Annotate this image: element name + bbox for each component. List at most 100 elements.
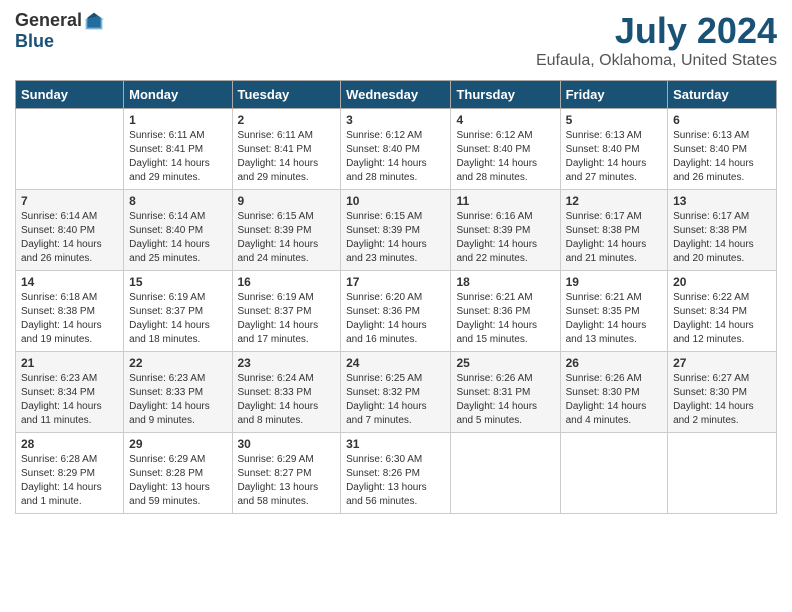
table-row: 25 Sunrise: 6:26 AM Sunset: 8:31 PM Dayl… bbox=[451, 352, 560, 433]
page: General Blue July 2024 Eufaula, Oklahoma… bbox=[0, 0, 792, 612]
day-number: 20 bbox=[673, 275, 771, 289]
table-row bbox=[451, 433, 560, 514]
col-monday: Monday bbox=[124, 81, 232, 109]
day-info: Sunrise: 6:30 AM Sunset: 8:26 PM Dayligh… bbox=[346, 453, 445, 509]
day-info: Sunrise: 6:29 AM Sunset: 8:28 PM Dayligh… bbox=[129, 453, 226, 509]
table-row: 3 Sunrise: 6:12 AM Sunset: 8:40 PM Dayli… bbox=[341, 109, 451, 190]
table-row: 4 Sunrise: 6:12 AM Sunset: 8:40 PM Dayli… bbox=[451, 109, 560, 190]
day-info: Sunrise: 6:16 AM Sunset: 8:39 PM Dayligh… bbox=[456, 210, 554, 266]
day-number: 5 bbox=[566, 113, 662, 127]
table-row bbox=[560, 433, 667, 514]
day-info: Sunrise: 6:23 AM Sunset: 8:33 PM Dayligh… bbox=[129, 372, 226, 428]
table-row: 22 Sunrise: 6:23 AM Sunset: 8:33 PM Dayl… bbox=[124, 352, 232, 433]
day-info: Sunrise: 6:14 AM Sunset: 8:40 PM Dayligh… bbox=[129, 210, 226, 266]
subtitle: Eufaula, Oklahoma, United States bbox=[536, 52, 777, 70]
calendar-week-row: 28 Sunrise: 6:28 AM Sunset: 8:29 PM Dayl… bbox=[16, 433, 777, 514]
day-info: Sunrise: 6:21 AM Sunset: 8:35 PM Dayligh… bbox=[566, 291, 662, 347]
col-wednesday: Wednesday bbox=[341, 81, 451, 109]
day-info: Sunrise: 6:24 AM Sunset: 8:33 PM Dayligh… bbox=[238, 372, 336, 428]
day-number: 24 bbox=[346, 356, 445, 370]
day-number: 14 bbox=[21, 275, 118, 289]
calendar-week-row: 21 Sunrise: 6:23 AM Sunset: 8:34 PM Dayl… bbox=[16, 352, 777, 433]
table-row: 14 Sunrise: 6:18 AM Sunset: 8:38 PM Dayl… bbox=[16, 271, 124, 352]
day-info: Sunrise: 6:17 AM Sunset: 8:38 PM Dayligh… bbox=[673, 210, 771, 266]
table-row: 20 Sunrise: 6:22 AM Sunset: 8:34 PM Dayl… bbox=[668, 271, 777, 352]
day-number: 27 bbox=[673, 356, 771, 370]
day-number: 7 bbox=[21, 194, 118, 208]
table-row bbox=[668, 433, 777, 514]
day-number: 8 bbox=[129, 194, 226, 208]
day-info: Sunrise: 6:22 AM Sunset: 8:34 PM Dayligh… bbox=[673, 291, 771, 347]
table-row: 10 Sunrise: 6:15 AM Sunset: 8:39 PM Dayl… bbox=[341, 190, 451, 271]
day-number: 31 bbox=[346, 437, 445, 451]
day-number: 9 bbox=[238, 194, 336, 208]
day-info: Sunrise: 6:15 AM Sunset: 8:39 PM Dayligh… bbox=[346, 210, 445, 266]
day-info: Sunrise: 6:20 AM Sunset: 8:36 PM Dayligh… bbox=[346, 291, 445, 347]
day-number: 22 bbox=[129, 356, 226, 370]
table-row: 8 Sunrise: 6:14 AM Sunset: 8:40 PM Dayli… bbox=[124, 190, 232, 271]
day-number: 19 bbox=[566, 275, 662, 289]
day-info: Sunrise: 6:11 AM Sunset: 8:41 PM Dayligh… bbox=[129, 129, 226, 185]
table-row: 29 Sunrise: 6:29 AM Sunset: 8:28 PM Dayl… bbox=[124, 433, 232, 514]
day-info: Sunrise: 6:26 AM Sunset: 8:31 PM Dayligh… bbox=[456, 372, 554, 428]
day-number: 13 bbox=[673, 194, 771, 208]
logo-general-text: General bbox=[15, 10, 82, 31]
table-row: 6 Sunrise: 6:13 AM Sunset: 8:40 PM Dayli… bbox=[668, 109, 777, 190]
table-row bbox=[16, 109, 124, 190]
table-row: 18 Sunrise: 6:21 AM Sunset: 8:36 PM Dayl… bbox=[451, 271, 560, 352]
day-info: Sunrise: 6:19 AM Sunset: 8:37 PM Dayligh… bbox=[129, 291, 226, 347]
table-row: 27 Sunrise: 6:27 AM Sunset: 8:30 PM Dayl… bbox=[668, 352, 777, 433]
main-title: July 2024 bbox=[536, 10, 777, 52]
calendar-week-row: 14 Sunrise: 6:18 AM Sunset: 8:38 PM Dayl… bbox=[16, 271, 777, 352]
day-number: 18 bbox=[456, 275, 554, 289]
col-sunday: Sunday bbox=[16, 81, 124, 109]
day-info: Sunrise: 6:26 AM Sunset: 8:30 PM Dayligh… bbox=[566, 372, 662, 428]
day-info: Sunrise: 6:19 AM Sunset: 8:37 PM Dayligh… bbox=[238, 291, 336, 347]
header: General Blue July 2024 Eufaula, Oklahoma… bbox=[15, 10, 777, 70]
col-friday: Friday bbox=[560, 81, 667, 109]
day-number: 15 bbox=[129, 275, 226, 289]
calendar-week-row: 1 Sunrise: 6:11 AM Sunset: 8:41 PM Dayli… bbox=[16, 109, 777, 190]
calendar: Sunday Monday Tuesday Wednesday Thursday… bbox=[15, 80, 777, 514]
day-number: 23 bbox=[238, 356, 336, 370]
day-info: Sunrise: 6:23 AM Sunset: 8:34 PM Dayligh… bbox=[21, 372, 118, 428]
table-row: 15 Sunrise: 6:19 AM Sunset: 8:37 PM Dayl… bbox=[124, 271, 232, 352]
table-row: 16 Sunrise: 6:19 AM Sunset: 8:37 PM Dayl… bbox=[232, 271, 341, 352]
day-number: 6 bbox=[673, 113, 771, 127]
day-number: 25 bbox=[456, 356, 554, 370]
calendar-header-row: Sunday Monday Tuesday Wednesday Thursday… bbox=[16, 81, 777, 109]
table-row: 2 Sunrise: 6:11 AM Sunset: 8:41 PM Dayli… bbox=[232, 109, 341, 190]
table-row: 31 Sunrise: 6:30 AM Sunset: 8:26 PM Dayl… bbox=[341, 433, 451, 514]
day-info: Sunrise: 6:14 AM Sunset: 8:40 PM Dayligh… bbox=[21, 210, 118, 266]
day-number: 21 bbox=[21, 356, 118, 370]
day-number: 1 bbox=[129, 113, 226, 127]
table-row: 26 Sunrise: 6:26 AM Sunset: 8:30 PM Dayl… bbox=[560, 352, 667, 433]
day-number: 2 bbox=[238, 113, 336, 127]
day-info: Sunrise: 6:29 AM Sunset: 8:27 PM Dayligh… bbox=[238, 453, 336, 509]
table-row: 19 Sunrise: 6:21 AM Sunset: 8:35 PM Dayl… bbox=[560, 271, 667, 352]
day-number: 10 bbox=[346, 194, 445, 208]
table-row: 1 Sunrise: 6:11 AM Sunset: 8:41 PM Dayli… bbox=[124, 109, 232, 190]
day-info: Sunrise: 6:12 AM Sunset: 8:40 PM Dayligh… bbox=[346, 129, 445, 185]
day-info: Sunrise: 6:11 AM Sunset: 8:41 PM Dayligh… bbox=[238, 129, 336, 185]
day-number: 17 bbox=[346, 275, 445, 289]
table-row: 24 Sunrise: 6:25 AM Sunset: 8:32 PM Dayl… bbox=[341, 352, 451, 433]
logo-blue-text: Blue bbox=[15, 31, 104, 52]
col-tuesday: Tuesday bbox=[232, 81, 341, 109]
table-row: 23 Sunrise: 6:24 AM Sunset: 8:33 PM Dayl… bbox=[232, 352, 341, 433]
table-row: 7 Sunrise: 6:14 AM Sunset: 8:40 PM Dayli… bbox=[16, 190, 124, 271]
day-info: Sunrise: 6:27 AM Sunset: 8:30 PM Dayligh… bbox=[673, 372, 771, 428]
col-saturday: Saturday bbox=[668, 81, 777, 109]
day-info: Sunrise: 6:13 AM Sunset: 8:40 PM Dayligh… bbox=[673, 129, 771, 185]
day-number: 28 bbox=[21, 437, 118, 451]
logo-icon bbox=[84, 11, 104, 31]
table-row: 9 Sunrise: 6:15 AM Sunset: 8:39 PM Dayli… bbox=[232, 190, 341, 271]
title-section: July 2024 Eufaula, Oklahoma, United Stat… bbox=[536, 10, 777, 70]
table-row: 12 Sunrise: 6:17 AM Sunset: 8:38 PM Dayl… bbox=[560, 190, 667, 271]
day-number: 3 bbox=[346, 113, 445, 127]
day-number: 30 bbox=[238, 437, 336, 451]
day-number: 4 bbox=[456, 113, 554, 127]
table-row: 11 Sunrise: 6:16 AM Sunset: 8:39 PM Dayl… bbox=[451, 190, 560, 271]
table-row: 13 Sunrise: 6:17 AM Sunset: 8:38 PM Dayl… bbox=[668, 190, 777, 271]
col-thursday: Thursday bbox=[451, 81, 560, 109]
